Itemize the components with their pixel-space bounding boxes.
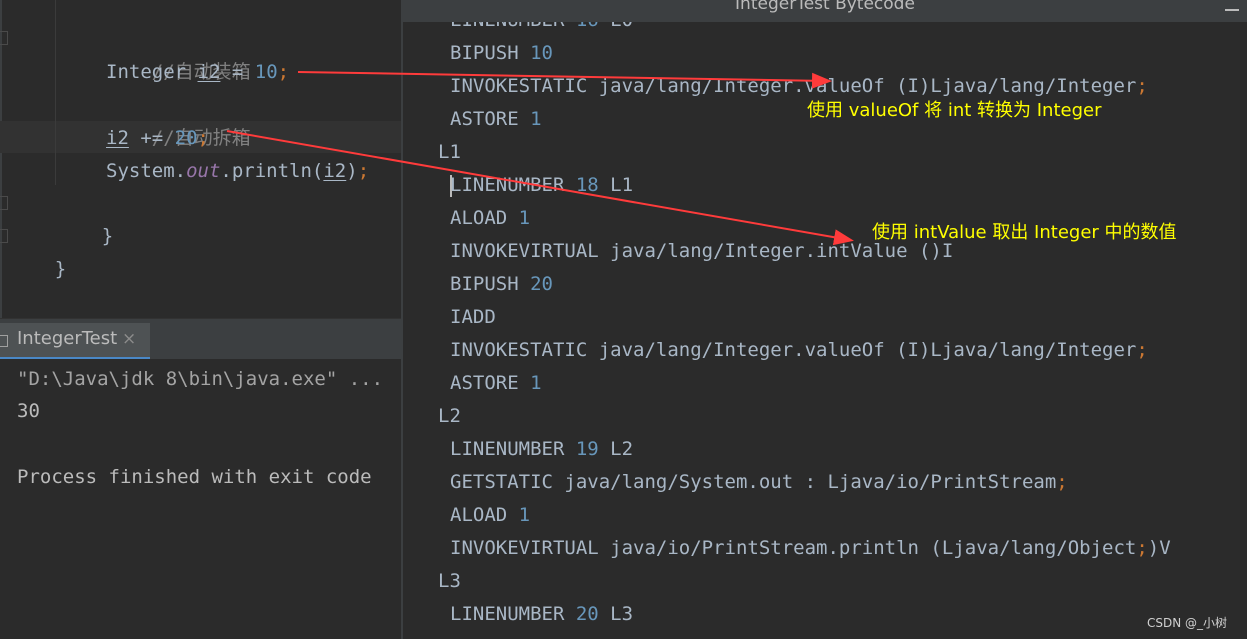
var-i2: i2 — [106, 127, 129, 149]
console-command-line: "D:\Java\jdk 8\bin\java.exe" ... — [17, 368, 384, 390]
bc-label-l3: L3 — [438, 570, 461, 592]
fold-marker-icon[interactable] — [0, 196, 8, 210]
bc-aload-1: ALOAD 1 — [450, 499, 530, 532]
operand-label: L1 — [598, 174, 634, 196]
opcode: INVOKEVIRTUAL java/io/PrintStream.printl… — [450, 537, 1137, 559]
bytecode-window-header: IntegerTest Bytecode — [403, 0, 1247, 22]
semicolon: ; — [357, 160, 370, 182]
bc-linenumber-18: LINENUMBER 18 L1 — [450, 169, 633, 202]
opcode: INVOKESTATIC java/lang/Integer.valueOf (… — [450, 75, 1137, 97]
operand-number: 1 — [518, 207, 531, 229]
run-tool-window-tabs: IntegerTest × — [0, 318, 401, 360]
code-line-add: i2 += 20; — [106, 122, 209, 155]
opcode: INVOKESTATIC java/lang/Integer.valueOf (… — [450, 339, 1137, 361]
code-line-comment-unboxing: //自动拆箱 — [106, 89, 251, 149]
operand-number: 1 — [530, 108, 542, 130]
editor-gutter — [0, 0, 2, 318]
bc-linenumber-20: LINENUMBER 20 L3 — [450, 598, 633, 631]
bytecode-window-title: IntegerTest Bytecode — [735, 0, 915, 14]
bc-aload-1: ALOAD 1 — [450, 202, 530, 235]
operand-number: 1 — [518, 504, 531, 526]
semicolon: ; — [1136, 537, 1148, 559]
annotation-valueof: 使用 valueOf 将 int 转换为 Integer — [807, 100, 1102, 121]
bc-astore-1: ASTORE 1 — [450, 103, 542, 136]
opcode: GETSTATIC java/lang/System.out : Ljava/i… — [450, 471, 1057, 493]
opcode: ASTORE — [450, 372, 531, 394]
bc-getstatic: GETSTATIC java/lang/System.out : Ljava/i… — [450, 466, 1068, 499]
operand-label: L2 — [598, 438, 634, 460]
opcode: ALOAD — [450, 207, 519, 229]
code-line-integer-decl: Integer i2 = 10; — [106, 56, 289, 89]
fold-marker-icon[interactable] — [0, 31, 8, 45]
console-exit-message: Process finished with exit code — [17, 466, 372, 488]
watermark: CSDN @_小树 — [1146, 616, 1227, 630]
annotation-intvalue: 使用 intValue 取出 Integer 中的数值 — [872, 222, 1177, 243]
code-line-class-close: } — [9, 220, 66, 280]
semicolon: ; — [1136, 75, 1148, 97]
close-icon[interactable]: × — [122, 329, 136, 349]
literal-10: 10 — [254, 61, 278, 83]
bc-iadd: IADD — [450, 301, 496, 334]
semicolon: ; — [1136, 339, 1148, 361]
code-editor[interactable]: //自动装箱 Integer i2 = 10; //自动拆箱 i2 += 20;… — [0, 0, 401, 318]
system-class: System. — [106, 160, 187, 182]
bc-label-l1: L1 — [438, 141, 461, 163]
run-console[interactable]: "D:\Java\jdk 8\bin\java.exe" ... 30 Proc… — [0, 359, 401, 639]
bc-bipush-10: BIPUSH 10 — [450, 37, 553, 70]
return-descriptor: )V — [1147, 537, 1171, 559]
operand-number: 20 — [530, 273, 553, 295]
operand-label: L3 — [598, 603, 634, 625]
bc-bipush-20: BIPUSH 20 — [450, 268, 553, 301]
fold-marker-icon[interactable] — [0, 229, 8, 243]
tab-integertest[interactable]: IntegerTest × — [0, 323, 150, 360]
code-line-method-close: } — [56, 187, 113, 247]
var-i2: i2 — [197, 61, 221, 83]
closing-brace: } — [101, 225, 114, 247]
assign-op: = — [220, 61, 255, 83]
semicolon: ; — [197, 127, 209, 149]
console-output: 30 — [17, 400, 40, 422]
bc-invokestatic-valueof: INVOKESTATIC java/lang/Integer.valueOf (… — [450, 334, 1148, 367]
bc-astore-1: ASTORE 1 — [450, 367, 542, 400]
tab-label: IntegerTest — [17, 328, 118, 349]
close-paren: ) — [346, 160, 358, 182]
operand-number: 19 — [575, 438, 599, 460]
operand-number: 18 — [575, 174, 599, 196]
bc-linenumber: LINENUMBER 16 L0 — [450, 22, 633, 37]
plus-assign-op: += — [128, 127, 175, 149]
opcode: LINENUMBER — [450, 22, 576, 31]
code-line-comment-boxing: //自动装箱 — [106, 23, 251, 83]
literal-20: 20 — [174, 127, 198, 149]
operand-number: 10 — [530, 42, 553, 64]
opcode: BIPUSH — [450, 42, 531, 64]
field-out: out — [186, 160, 221, 182]
closing-brace: } — [54, 258, 67, 280]
opcode: ASTORE — [450, 108, 531, 130]
println-call: .println( — [220, 160, 324, 182]
opcode: IADD — [450, 306, 496, 328]
bc-invokevirtual-println: INVOKEVIRTUAL java/io/PrintStream.printl… — [450, 532, 1171, 565]
run-config-icon — [0, 335, 8, 347]
type-integer: Integer — [106, 61, 187, 83]
indent-guide — [55, 0, 56, 185]
operand-number: 1 — [530, 372, 542, 394]
operand-number: 20 — [575, 603, 599, 625]
minimize-icon[interactable] — [1225, 9, 1239, 11]
var-i2: i2 — [323, 160, 347, 182]
semicolon: ; — [1056, 471, 1068, 493]
code-line-println: System.out.println(i2); — [106, 155, 369, 188]
operand-number: 16 — [576, 22, 599, 31]
bc-label-l2: L2 — [438, 405, 461, 427]
bc-linenumber-19: LINENUMBER 19 L2 — [450, 433, 633, 466]
opcode: ALOAD — [450, 504, 519, 526]
opcode: LINENUMBER — [450, 603, 576, 625]
operand-label: L0 — [599, 22, 633, 31]
opcode: LINENUMBER — [450, 438, 576, 460]
semicolon: ; — [277, 61, 290, 83]
opcode: LINENUMBER — [450, 174, 576, 196]
opcode: BIPUSH — [450, 273, 531, 295]
